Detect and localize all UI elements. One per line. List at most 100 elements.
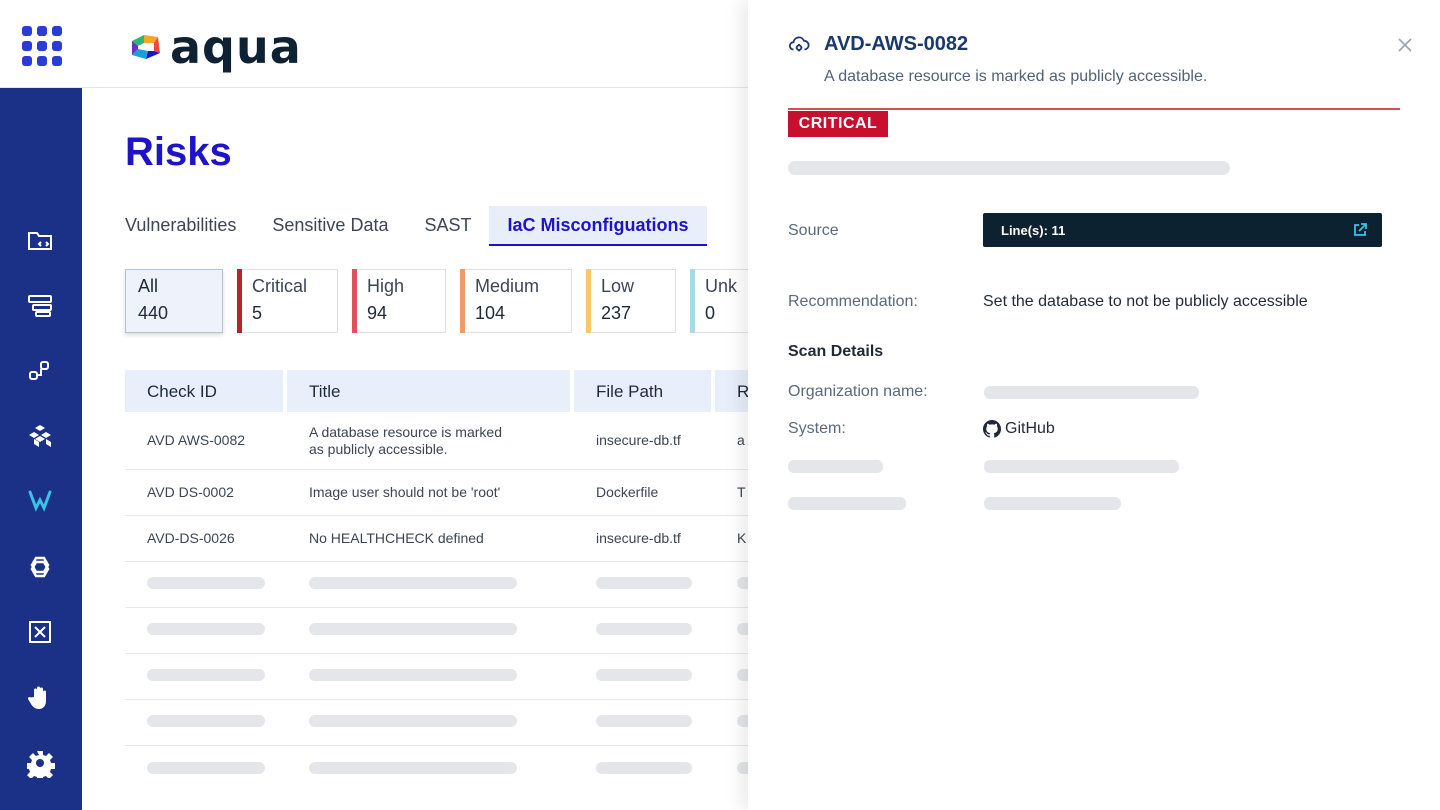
cell-file-path: Dockerfile — [596, 484, 659, 500]
sidebar — [0, 88, 82, 810]
card-label: Low — [601, 276, 635, 296]
table-row-placeholder — [125, 608, 779, 654]
skeleton-bar — [596, 623, 692, 635]
severity-stripe — [690, 269, 695, 333]
severity-card-unknown[interactable]: Unk 0 — [690, 269, 750, 333]
title-line: A database resource is marked — [309, 423, 502, 440]
card-label: High — [367, 276, 405, 296]
cell-title: A database resource is marked as publicl… — [287, 424, 570, 458]
skeleton-bar — [596, 761, 692, 774]
severity-stripe — [460, 269, 465, 333]
skeleton-bar — [309, 577, 517, 589]
skeleton-bar — [147, 761, 265, 774]
settings-puzzle-icon[interactable] — [22, 745, 58, 781]
skeleton-bar — [984, 460, 1179, 473]
cell-check-id: AVD-DS-0026 — [147, 530, 235, 546]
drawer-description: A database resource is marked as publicl… — [824, 68, 1208, 85]
table-row[interactable]: AVD DS-0002 Image user should not be 'ro… — [125, 470, 779, 516]
table-row-placeholder — [125, 700, 779, 746]
logo-text: aqua — [170, 20, 302, 74]
table-row[interactable]: AVD-DS-0026 No HEALTHCHECK defined insec… — [125, 516, 779, 562]
skeleton-bar — [147, 669, 265, 681]
cell-title: Image user should not be 'root' — [309, 484, 501, 500]
column-header-check-id[interactable]: Check ID — [125, 370, 283, 412]
card-count: 94 — [367, 303, 388, 323]
title-line: as publicly accessible. — [309, 440, 448, 457]
severity-card-high[interactable]: High 94 — [352, 269, 446, 333]
cubes-icon[interactable] — [22, 418, 58, 454]
severity-card-medium[interactable]: Medium 104 — [460, 269, 572, 333]
skeleton-bar — [147, 577, 265, 589]
skeleton-bar — [788, 161, 1230, 175]
link-hexagon-icon[interactable] — [22, 549, 58, 585]
skeleton-bar — [596, 669, 692, 681]
app-launcher-grid-icon[interactable] — [22, 26, 62, 66]
detail-drawer: AVD-AWS-0082 A database resource is mark… — [748, 0, 1440, 810]
hand-stop-icon[interactable] — [22, 680, 58, 716]
cell-check-id: AVD AWS-0082 — [147, 432, 246, 448]
organization-label: Organization name: — [788, 383, 928, 400]
skeleton-bar — [309, 715, 517, 727]
aqua-logo-mark-icon — [132, 35, 160, 59]
card-count: 0 — [705, 303, 716, 323]
folder-code-icon[interactable] — [22, 222, 58, 258]
tab-iac-misconfigurations[interactable]: IaC Misconfiguations — [489, 206, 707, 246]
layers-icon[interactable] — [22, 287, 58, 323]
card-count: 440 — [138, 303, 169, 323]
table-row-placeholder — [125, 746, 779, 792]
card-label: Medium — [475, 276, 540, 296]
card-label: Critical — [252, 276, 308, 296]
table-row-placeholder — [125, 654, 779, 700]
table-row[interactable]: AVD AWS-0082 A database resource is mark… — [125, 412, 779, 470]
card-count: 104 — [475, 303, 506, 323]
card-label: All — [138, 276, 159, 296]
severity-stripe — [586, 269, 591, 333]
drawer-title: AVD-AWS-0082 — [824, 33, 969, 55]
severity-card-low[interactable]: Low 237 — [586, 269, 676, 333]
skeleton-bar — [309, 623, 517, 635]
column-header-title[interactable]: Title — [287, 370, 570, 412]
tab-vulnerabilities[interactable]: Vulnerabilities — [125, 206, 236, 246]
severity-stripe — [352, 269, 357, 333]
skeleton-bar — [309, 761, 517, 774]
aqua-logo[interactable]: aqua — [130, 22, 302, 72]
skeleton-bar — [788, 497, 906, 510]
severity-filter-cards: All 440 Critical 5 High 94 Medium 104 Lo… — [125, 269, 764, 333]
severity-divider — [788, 108, 1400, 110]
github-icon — [983, 420, 1001, 438]
system-label: System: — [788, 420, 846, 437]
cell-file-path: insecure-db.tf — [596, 530, 681, 546]
table-row-placeholder — [125, 562, 779, 608]
severity-card-all[interactable]: All 440 — [125, 269, 223, 333]
policy-box-icon[interactable] — [22, 614, 58, 650]
source-link[interactable]: Line(s): 11 — [983, 213, 1382, 247]
skeleton-bar — [984, 386, 1199, 399]
cell-file-path: insecure-db.tf — [596, 432, 681, 448]
card-count: 5 — [252, 303, 263, 323]
column-header-file-path[interactable]: File Path — [574, 370, 711, 412]
skeleton-bar — [309, 669, 517, 681]
scan-details-title: Scan Details — [788, 343, 884, 360]
tab-sast[interactable]: SAST — [424, 206, 471, 246]
cloud-config-icon — [788, 36, 810, 52]
card-count: 237 — [601, 303, 632, 323]
system-name: GitHub — [1005, 420, 1055, 437]
system-value: GitHub — [983, 420, 1055, 438]
severity-badge: CRITICAL — [788, 111, 888, 137]
source-lines: Line(s): 11 — [1001, 223, 1066, 238]
tab-sensitive-data[interactable]: Sensitive Data — [272, 206, 388, 246]
risks-table: Check ID Title File Path R AVD AWS-0082 … — [125, 370, 779, 792]
pipeline-icon[interactable] — [22, 353, 58, 389]
close-icon[interactable] — [1396, 36, 1414, 54]
external-link-icon[interactable] — [1352, 222, 1368, 238]
skeleton-bar — [596, 577, 692, 589]
skeleton-bar — [147, 623, 265, 635]
risk-tabs: Vulnerabilities Sensitive Data SAST IaC … — [125, 206, 707, 246]
severity-card-critical[interactable]: Critical 5 — [237, 269, 338, 333]
recommendation-label: Recommendation: — [788, 293, 918, 310]
source-label: Source — [788, 222, 839, 239]
skeleton-bar — [984, 497, 1121, 510]
skeleton-bar — [788, 460, 883, 473]
aqua-shield-icon[interactable] — [22, 483, 58, 519]
skeleton-bar — [147, 715, 265, 727]
